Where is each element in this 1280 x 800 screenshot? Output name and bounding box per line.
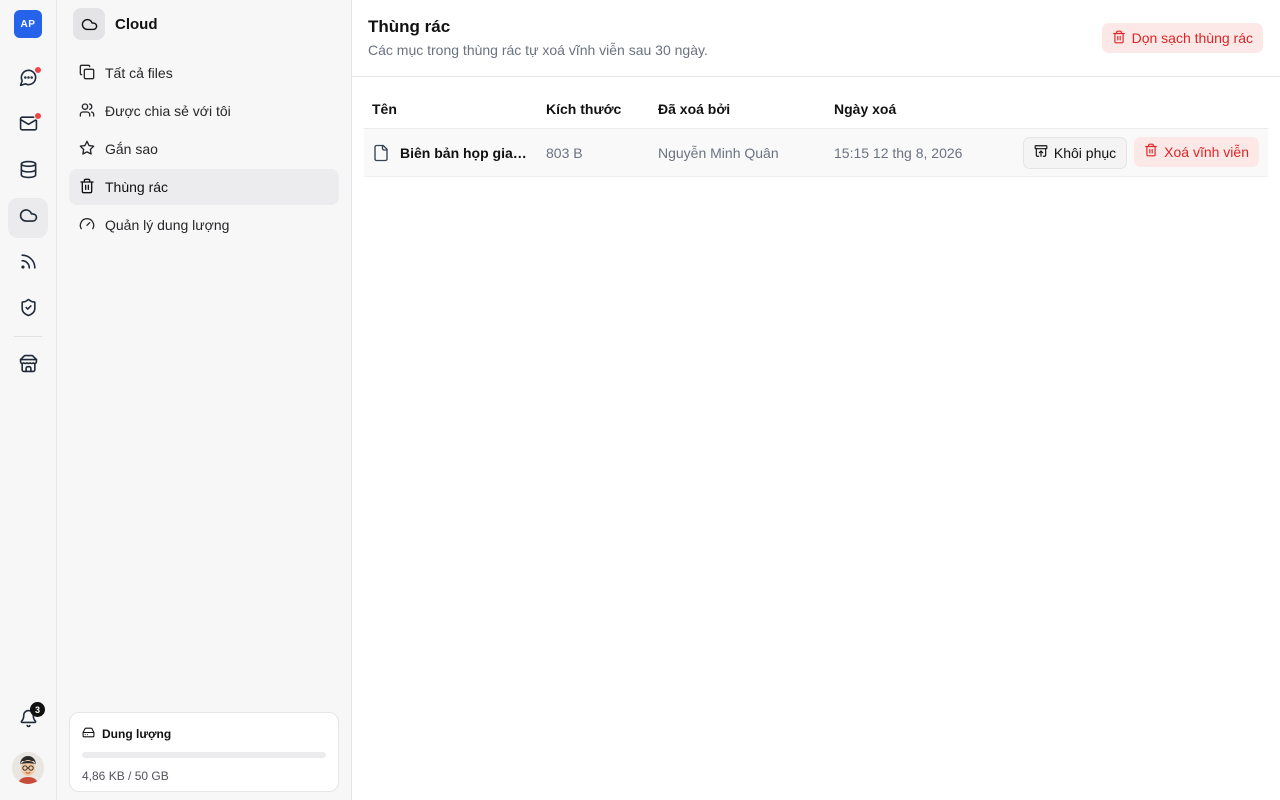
sidebar-nav: Tất cả files Được chia sẻ với tôi Gắn sa…	[69, 55, 339, 245]
storage-card: Dung lượng 4,86 KB / 50 GB	[69, 712, 339, 792]
storage-usage-text: 4,86 KB / 50 GB	[82, 769, 169, 783]
icon-rail: AP 3	[0, 0, 57, 800]
empty-trash-label: Dọn sạch thùng rác	[1131, 30, 1253, 46]
rail-mail-button[interactable]	[8, 106, 48, 146]
column-header-deleted-at[interactable]: Ngày xoá	[834, 101, 1010, 117]
sidebar-item-label: Gắn sao	[105, 141, 158, 157]
cloud-icon	[19, 206, 38, 230]
deleted-by: Nguyễn Minh Quân	[658, 144, 779, 161]
rail-database-button[interactable]	[8, 152, 48, 192]
file-size: 803 B	[546, 144, 583, 161]
cloud-icon	[73, 8, 105, 40]
storage-progress-bar	[82, 752, 326, 758]
main-content: Thùng rác Các mục trong thùng rác tự xoá…	[352, 0, 1280, 800]
rail-store-button[interactable]	[8, 346, 48, 386]
rail-rss-button[interactable]	[8, 244, 48, 284]
trash-table: Tên Kích thước Đã xoá bởi Ngày xoá Biên …	[364, 89, 1268, 177]
column-header-name[interactable]: Tên	[364, 101, 546, 117]
page-title: Thùng rác	[368, 17, 451, 36]
sidebar-item-trash[interactable]: Thùng rác	[69, 169, 339, 205]
empty-trash-button[interactable]: Dọn sạch thùng rác	[1101, 23, 1263, 53]
rail-cloud-button[interactable]	[8, 198, 48, 238]
table-header: Tên Kích thước Đã xoá bởi Ngày xoá	[364, 89, 1268, 129]
sidebar-item-storage-management[interactable]: Quản lý dung lượng	[69, 207, 339, 243]
page-subtitle: Các mục trong thùng rác tự xoá vĩnh viễn…	[368, 42, 708, 58]
store-icon	[19, 354, 38, 378]
mail-unread-dot	[34, 112, 42, 120]
sidebar-item-shared-with-me[interactable]: Được chia sẻ với tôi	[69, 93, 339, 129]
column-header-size[interactable]: Kích thước	[546, 101, 658, 117]
chat-unread-dot	[34, 66, 42, 74]
hard-drive-icon	[82, 726, 95, 742]
workspace-logo[interactable]: AP	[14, 10, 42, 38]
sidebar-item-starred[interactable]: Gắn sao	[69, 131, 339, 167]
restore-button[interactable]: Khôi phục	[1022, 136, 1128, 169]
file-name-cell: Biên bản họp giao ...	[364, 144, 546, 162]
notification-count-badge: 3	[30, 702, 45, 717]
sidebar-item-all-files[interactable]: Tất cả files	[69, 55, 339, 91]
database-icon	[19, 160, 38, 184]
file-name: Biên bản họp giao ...	[400, 144, 530, 161]
sidebar-header: Cloud	[73, 8, 158, 40]
notifications-button[interactable]: 3	[8, 701, 48, 741]
trash-icon	[1144, 143, 1158, 160]
rail-divider	[14, 336, 42, 337]
rail-chat-button[interactable]	[8, 60, 48, 100]
sidebar-item-label: Tất cả files	[105, 65, 173, 81]
trash-icon	[79, 178, 95, 197]
deleted-at: 15:15 12 thg 8, 2026	[834, 144, 963, 161]
table-row[interactable]: Biên bản họp giao ... 803 B Nguyễn Minh …	[364, 129, 1268, 177]
star-icon	[79, 140, 95, 159]
user-avatar[interactable]	[12, 752, 44, 784]
gauge-icon	[79, 216, 95, 235]
delete-permanently-button[interactable]: Xoá vĩnh viễn	[1134, 136, 1259, 167]
users-icon	[79, 102, 95, 121]
sidebar-item-label: Được chia sẻ với tôi	[105, 103, 231, 119]
cloud-sidebar: Cloud Tất cả files Được chia sẻ với tôi …	[57, 0, 352, 800]
shield-check-icon	[19, 298, 38, 322]
column-header-deleted-by[interactable]: Đã xoá bởi	[658, 101, 834, 117]
sidebar-title: Cloud	[115, 15, 158, 33]
archive-restore-icon	[1034, 144, 1048, 161]
sidebar-item-label: Thùng rác	[105, 179, 169, 195]
page-header: Thùng rác Các mục trong thùng rác tự xoá…	[352, 0, 1280, 77]
storage-label: Dung lượng	[102, 727, 172, 741]
restore-label: Khôi phục	[1053, 144, 1117, 161]
avatar-icon	[12, 752, 44, 784]
row-actions: Khôi phục Xoá vĩnh viễn	[1010, 136, 1268, 169]
trash-icon	[1112, 30, 1126, 47]
storage-header: Dung lượng	[82, 726, 326, 742]
files-icon	[79, 64, 95, 83]
rss-icon	[19, 252, 38, 276]
file-icon	[372, 144, 390, 162]
delete-permanently-label: Xoá vĩnh viễn	[1164, 143, 1249, 160]
sidebar-item-label: Quản lý dung lượng	[105, 217, 230, 233]
rail-shield-button[interactable]	[8, 290, 48, 330]
